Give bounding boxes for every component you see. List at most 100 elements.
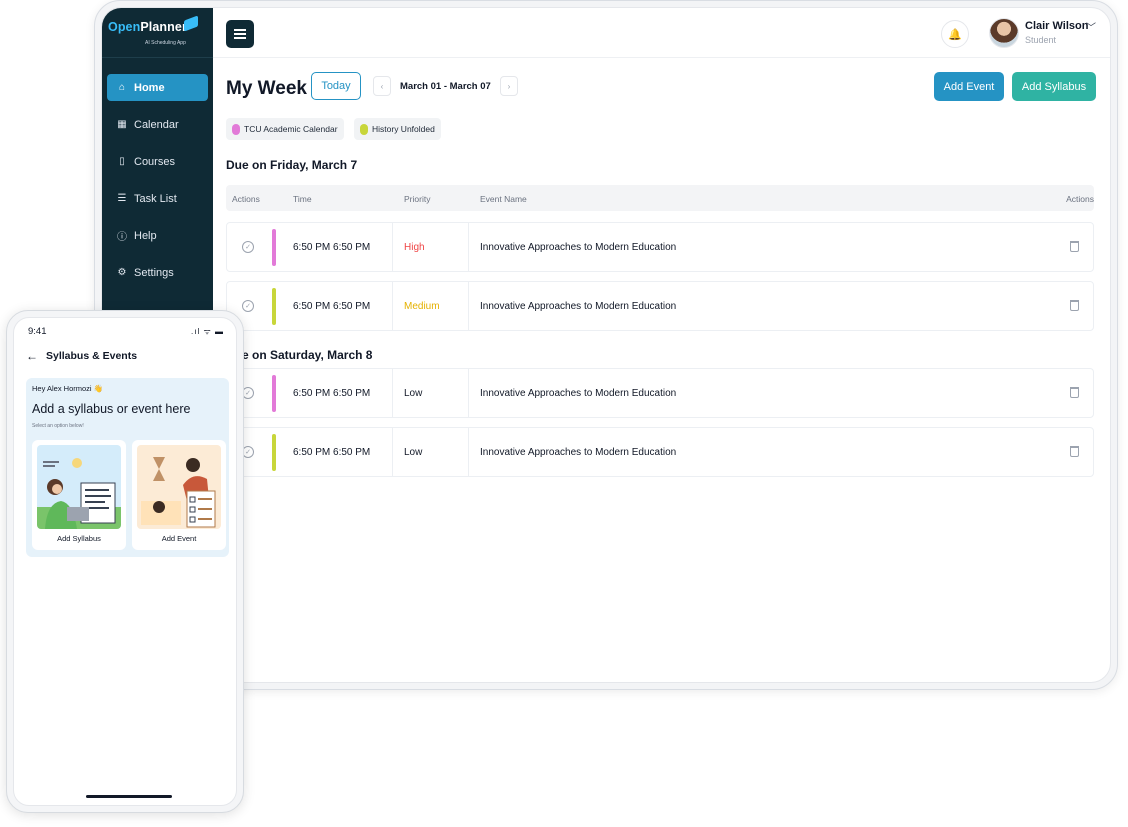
card-subtext: Select an option below! [32, 423, 84, 429]
card-heading: Add a syllabus or event here [32, 402, 191, 416]
sidebar-item-help[interactable]: ⓘ Help [107, 222, 208, 249]
status-time: 9:41 [28, 326, 47, 337]
task-list-icon: ☰ [117, 193, 127, 204]
event-time: 6:50 PM 6:50 PM [293, 242, 371, 253]
logo-planner-text: Planner [140, 20, 187, 34]
sidebar-item-courses[interactable]: ▯ Courses [107, 148, 208, 175]
event-priority: Low [404, 447, 423, 458]
table-row[interactable]: ✓ 6:50 PM 6:50 PM Low Innovative Approac… [226, 368, 1094, 418]
home-indicator [86, 795, 172, 798]
table-header: Actions Time Priority Event Name Actions [226, 185, 1094, 211]
add-options-card: Hey Alex Hormozi 👋 Add a syllabus or eve… [26, 378, 229, 557]
add-syllabus-button[interactable]: Add Syllabus [1012, 72, 1096, 101]
event-time: 6:50 PM 6:50 PM [293, 388, 371, 399]
logo-subtitle: AI Scheduling App [145, 40, 186, 46]
user-role: Student [1025, 35, 1057, 45]
hamburger-icon [234, 33, 246, 35]
tag-color-dot [232, 123, 240, 135]
event-name: Innovative Approaches to Modern Educatio… [480, 388, 677, 399]
table-row[interactable]: ✓ 6:50 PM 6:50 PM High Innovative Approa… [226, 222, 1094, 272]
complete-check-icon[interactable]: ✓ [242, 241, 254, 253]
page-title: My Week [226, 78, 307, 99]
trash-icon[interactable] [1070, 446, 1079, 457]
event-name: Innovative Approaches to Modern Educatio… [480, 301, 677, 312]
chevron-down-icon[interactable]: ﹀ [1086, 19, 1096, 34]
top-bar: 🔔 Clair Wilson Student ﹀ [213, 8, 1110, 58]
calendar-color-bar [272, 288, 276, 325]
trash-icon[interactable] [1070, 387, 1079, 398]
sidebar-item-label: Calendar [134, 118, 179, 131]
event-name: Innovative Approaches to Modern Educatio… [480, 242, 677, 253]
col-header-actions: Actions [232, 194, 260, 204]
add-event-option-label: Add Event [161, 534, 197, 543]
bell-icon: 🔔 [948, 28, 962, 41]
calendar-color-bar [272, 229, 276, 266]
prev-week-button[interactable]: ‹ [373, 76, 391, 96]
hamburger-icon [234, 29, 246, 31]
table-row[interactable]: ✓ 6:50 PM 6:50 PM Low Innovative Approac… [226, 427, 1094, 477]
sidebar-item-settings[interactable]: ⚙ Settings [107, 259, 208, 286]
column-divider [392, 369, 393, 417]
complete-check-icon[interactable]: ✓ [242, 300, 254, 312]
trash-icon[interactable] [1070, 300, 1079, 311]
event-time: 6:50 PM 6:50 PM [293, 301, 371, 312]
event-illustration [137, 445, 221, 529]
sidebar-item-task-list[interactable]: ☰ Task List [107, 185, 208, 212]
event-name: Innovative Approaches to Modern Educatio… [480, 447, 677, 458]
add-syllabus-option[interactable]: Add Syllabus [32, 440, 126, 550]
column-divider [468, 223, 469, 271]
sidebar-item-label: Home [134, 81, 165, 94]
phone-screen: 9:41 .ıl ᯤ ▬ ← Syllabus & Events Hey Ale… [13, 317, 237, 806]
event-time: 6:50 PM 6:50 PM [293, 447, 371, 458]
next-week-button[interactable]: › [500, 76, 518, 96]
syllabus-illustration [37, 445, 121, 529]
col-header-event-name: Event Name [480, 194, 527, 204]
section-heading-friday: Due on Friday, March 7 [226, 158, 358, 172]
app-logo[interactable]: OpenPlanner AI Scheduling App [108, 15, 208, 60]
logo-open-text: Open [108, 20, 141, 34]
date-range: March 01 - March 07 [400, 81, 491, 92]
calendar-tag-tcu[interactable]: TCU Academic Calendar [226, 118, 344, 140]
home-icon: ⌂ [118, 82, 126, 93]
calendar-icon: ▦ [117, 119, 127, 130]
tablet-frame: OpenPlanner AI Scheduling App ⌂ Home ▦ C… [94, 0, 1118, 690]
add-syllabus-option-label: Add Syllabus [57, 534, 101, 543]
col-header-time: Time [293, 194, 312, 204]
column-divider [468, 369, 469, 417]
phone-page-title: Syllabus & Events [46, 350, 138, 362]
calendar-color-bar [272, 375, 276, 412]
sidebar-item-calendar[interactable]: ▦ Calendar [107, 111, 208, 138]
col-header-actions-right: Actions [1066, 194, 1094, 204]
status-icons: .ıl ᯤ ▬ [191, 327, 224, 336]
event-priority: Low [404, 388, 423, 399]
greeting-text: Hey Alex Hormozi 👋 [32, 384, 104, 393]
tag-label: History Unfolded [372, 124, 435, 134]
user-name[interactable]: Clair Wilson [1025, 20, 1088, 32]
column-divider [468, 282, 469, 330]
sidebar-divider [102, 57, 213, 58]
today-button[interactable]: Today [311, 72, 361, 100]
trash-icon[interactable] [1070, 241, 1079, 252]
avatar[interactable] [989, 18, 1019, 48]
add-event-option[interactable]: Add Event [132, 440, 226, 550]
column-divider [468, 428, 469, 476]
back-arrow-icon[interactable]: ← [26, 349, 38, 363]
sidebar-nav: ⌂ Home ▦ Calendar ▯ Courses ☰ Task List … [107, 74, 208, 296]
tablet-screen: OpenPlanner AI Scheduling App ⌂ Home ▦ C… [101, 7, 1111, 683]
book-icon: ▯ [119, 156, 125, 167]
add-event-button[interactable]: Add Event [934, 72, 1004, 101]
sidebar-item-home[interactable]: ⌂ Home [107, 74, 208, 101]
sidebar-item-label: Courses [134, 155, 175, 168]
sidebar-item-label: Task List [134, 192, 177, 205]
calendar-tag-history[interactable]: History Unfolded [354, 118, 441, 140]
menu-toggle-button[interactable] [226, 20, 254, 48]
event-priority: High [404, 242, 425, 253]
sidebar-item-label: Settings [134, 266, 174, 279]
column-divider [392, 223, 393, 271]
calendar-color-bar [272, 434, 276, 471]
notification-bell-button[interactable]: 🔔 [941, 20, 969, 48]
table-row[interactable]: ✓ 6:50 PM 6:50 PM Medium Innovative Appr… [226, 281, 1094, 331]
sidebar-item-label: Help [134, 229, 157, 242]
chevron-right-icon: › [507, 81, 511, 91]
column-divider [392, 428, 393, 476]
